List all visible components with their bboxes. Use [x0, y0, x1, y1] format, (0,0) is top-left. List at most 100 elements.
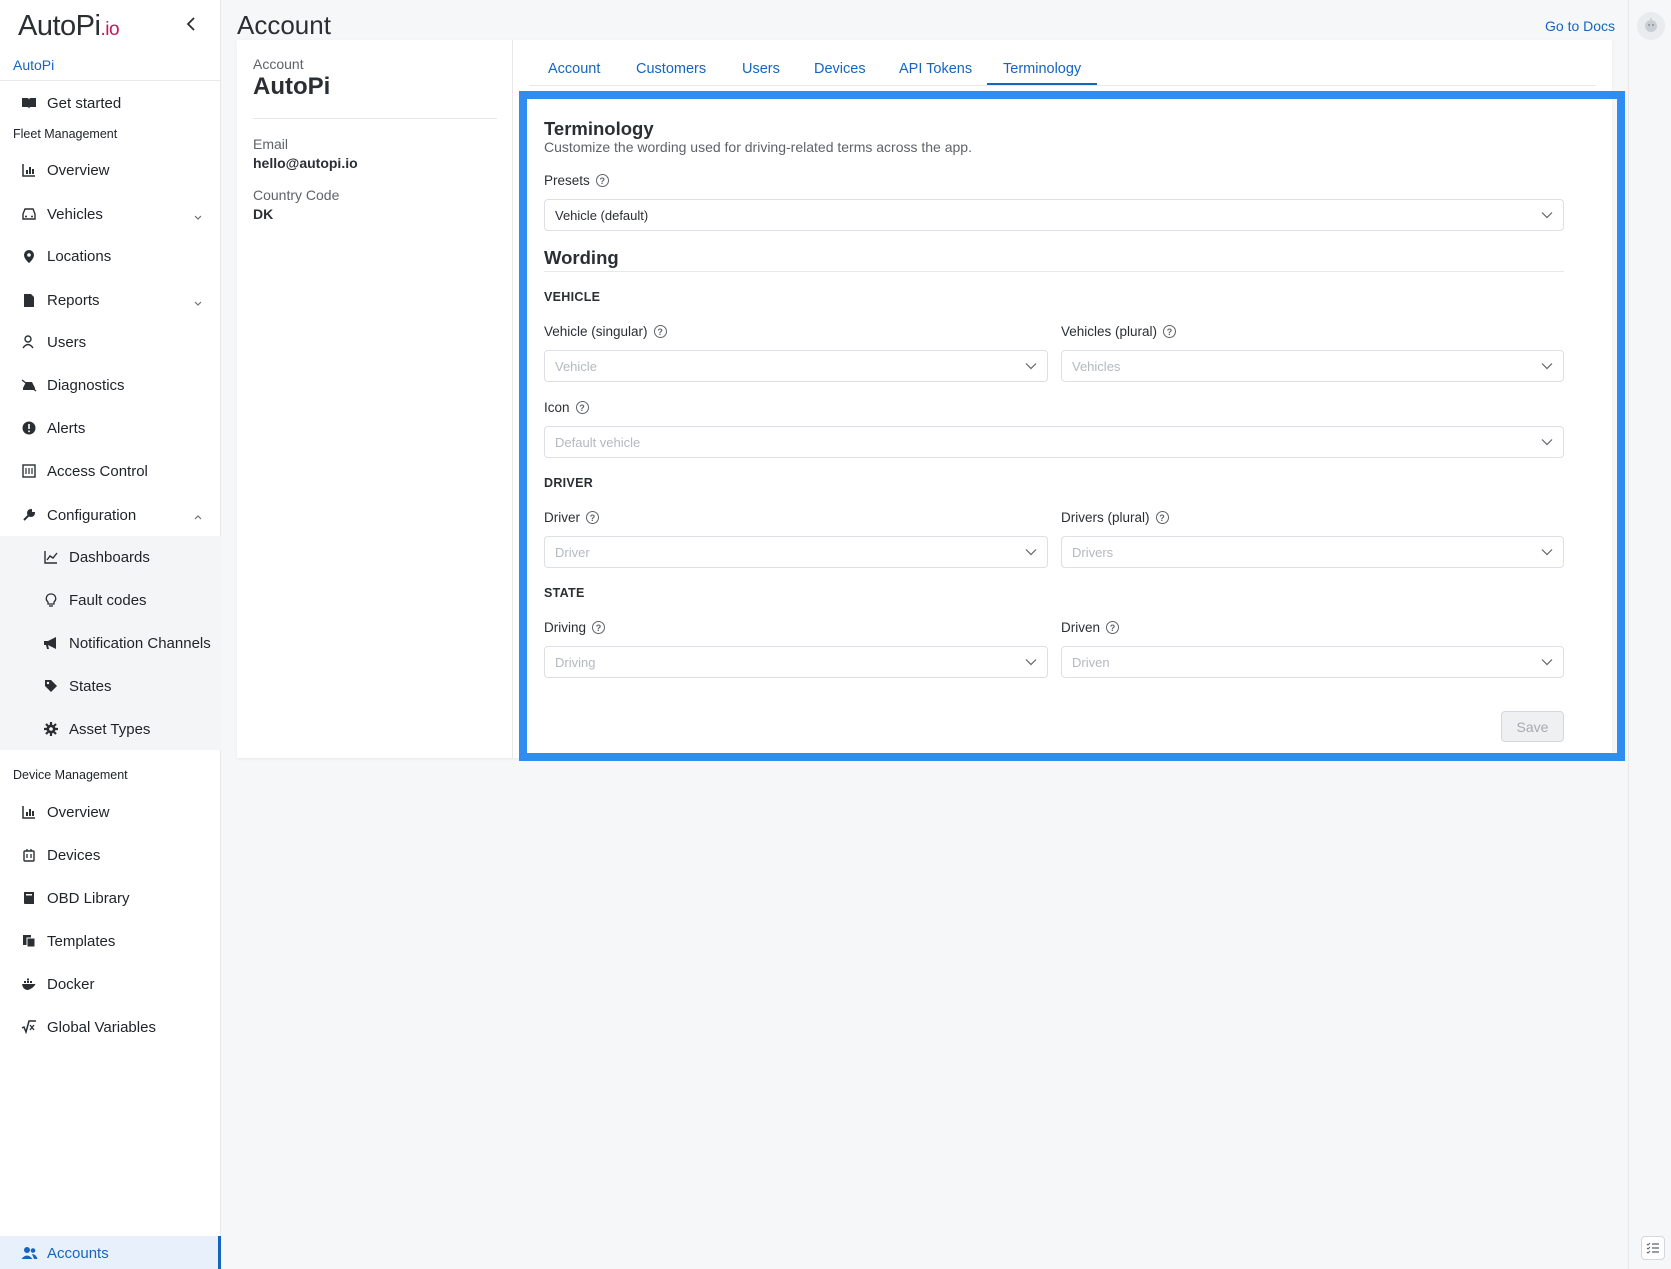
sidebar-item-label: Overview — [47, 803, 110, 821]
presets-select[interactable]: Vehicle (default) — [544, 199, 1564, 231]
checklist-icon — [1646, 1242, 1659, 1254]
sidebar-item-asset-types[interactable]: Asset Types — [0, 712, 221, 746]
sidebar-item-diagnostics[interactable]: Diagnostics — [0, 368, 221, 402]
sidebar-item-vehicles[interactable]: Vehicles — [0, 197, 221, 231]
section-device-management: Device Management — [13, 768, 128, 782]
sidebar-item-templates[interactable]: Templates — [0, 924, 221, 958]
go-to-docs-link[interactable]: Go to Docs — [1545, 18, 1615, 34]
driver-label: Driver? — [544, 510, 599, 525]
help-icon[interactable]: ? — [586, 511, 599, 524]
sidebar-item-fault-codes[interactable]: Fault codes — [0, 583, 221, 617]
driver-group-heading: DRIVER — [544, 476, 594, 490]
save-button[interactable]: Save — [1501, 711, 1564, 742]
tab-api-tokens[interactable]: API Tokens — [899, 61, 972, 77]
sidebar-item-states[interactable]: States — [0, 669, 221, 703]
sidebar-item-label: Asset Types — [69, 720, 151, 738]
sidebar-item-obd-library[interactable]: OBD Library — [0, 881, 221, 915]
sidebar-item-label: OBD Library — [47, 889, 130, 907]
tab-account[interactable]: Account — [548, 61, 600, 77]
sidebar-item-label: Docker — [47, 975, 95, 993]
sidebar: AutoPi.io AutoPi Get started Fleet Manag… — [0, 0, 221, 1269]
chevron-down-icon — [193, 295, 203, 306]
sidebar-item-dashboards[interactable]: Dashboards — [0, 540, 221, 574]
drivers-plural-select[interactable]: Drivers — [1061, 536, 1564, 568]
chevron-down-icon — [1541, 659, 1553, 666]
chevron-down-icon — [1541, 549, 1553, 556]
help-icon[interactable]: ? — [1155, 511, 1169, 524]
sidebar-item-configuration[interactable]: Configuration — [0, 498, 221, 532]
right-rail — [1628, 0, 1671, 1269]
vehicle-singular-select[interactable]: Vehicle — [544, 350, 1048, 382]
org-link[interactable]: AutoPi — [13, 57, 54, 73]
book-icon — [20, 889, 38, 907]
sqrt-icon — [20, 1018, 38, 1036]
sidebar-item-accounts[interactable]: Accounts — [0, 1236, 221, 1269]
sidebar-item-overview[interactable]: Overview — [0, 153, 221, 187]
sidebar-item-label: Access Control — [47, 462, 148, 480]
vehicles-plural-label: Vehicles (plural)? — [1061, 324, 1177, 339]
chevron-down-icon — [1541, 439, 1553, 446]
driven-select[interactable]: Driven — [1061, 646, 1564, 678]
megaphone-icon — [42, 634, 60, 652]
account-label: Account — [253, 56, 304, 72]
divider — [544, 271, 1564, 272]
sidebar-item-label: Locations — [47, 247, 112, 265]
sidebar-item-label: Dashboards — [69, 548, 150, 566]
help-icon[interactable]: ? — [1106, 621, 1120, 634]
chevron-down-icon — [1025, 549, 1037, 556]
sidebar-item-docker[interactable]: Docker — [0, 967, 221, 1001]
help-icon[interactable]: ? — [592, 621, 606, 634]
vehicles-plural-select[interactable]: Vehicles — [1061, 350, 1564, 382]
tab-devices[interactable]: Devices — [814, 61, 866, 77]
sidebar-item-get-started[interactable]: Get started — [0, 86, 221, 120]
avatar[interactable] — [1637, 12, 1665, 40]
chevron-down-icon — [1541, 363, 1553, 370]
help-icon[interactable]: ? — [1163, 325, 1177, 338]
sidebar-item-label: Global Variables — [47, 1018, 156, 1036]
chevron-down-icon — [1025, 659, 1037, 666]
sidebar-item-label: Alerts — [47, 419, 86, 437]
sidebar-item-reports[interactable]: Reports — [0, 283, 221, 317]
car-icon — [20, 205, 38, 223]
chevron-down-icon — [1025, 363, 1037, 370]
docker-icon — [20, 975, 38, 993]
placeholder: Driver — [555, 544, 590, 560]
sidebar-item-label: Fault codes — [69, 591, 147, 609]
sidebar-item-global-variables[interactable]: Global Variables — [0, 1010, 221, 1044]
sidebar-item-locations[interactable]: Locations — [0, 239, 221, 273]
wording-title: Wording — [544, 247, 619, 268]
tab-customers[interactable]: Customers — [636, 61, 706, 77]
file-icon — [20, 291, 38, 309]
sidebar-item-devices[interactable]: Devices — [0, 838, 221, 872]
collapse-sidebar-icon[interactable] — [184, 14, 198, 34]
user-icon — [20, 333, 38, 351]
icon-label: Icon? — [544, 400, 589, 415]
chevron-down-icon — [1541, 212, 1553, 219]
checklist-button[interactable] — [1641, 1236, 1665, 1260]
page-title: Account — [237, 10, 331, 40]
driver-select[interactable]: Driver — [544, 536, 1048, 568]
sidebar-item-label: Templates — [47, 932, 116, 950]
tab-users[interactable]: Users — [742, 61, 780, 77]
driving-select[interactable]: Driving — [544, 646, 1048, 678]
account-name: AutoPi — [253, 73, 331, 100]
icon-select[interactable]: Default vehicle — [544, 426, 1564, 458]
help-icon[interactable]: ? — [575, 401, 589, 414]
sidebar-item-device-overview[interactable]: Overview — [0, 795, 221, 829]
help-icon[interactable]: ? — [653, 325, 667, 338]
users-icon — [20, 1244, 38, 1262]
sidebar-item-alerts[interactable]: Alerts — [0, 411, 221, 445]
sidebar-item-notification-channels[interactable]: Notification Channels — [0, 626, 221, 660]
sidebar-item-label: Notification Channels — [69, 634, 211, 652]
sidebar-item-users[interactable]: Users — [0, 325, 221, 359]
divider — [0, 80, 221, 81]
sidebar-item-label: Vehicles — [47, 205, 103, 223]
tab-terminology[interactable]: Terminology — [987, 61, 1098, 85]
sidebar-item-access-control[interactable]: Access Control — [0, 454, 221, 488]
placeholder: Vehicles — [1072, 358, 1121, 374]
device-icon — [20, 846, 38, 864]
autopi-logo[interactable]: AutoPi.io — [18, 10, 120, 43]
placeholder: Driving — [555, 654, 596, 670]
chart-icon — [20, 161, 38, 179]
help-icon[interactable]: ? — [595, 174, 609, 187]
